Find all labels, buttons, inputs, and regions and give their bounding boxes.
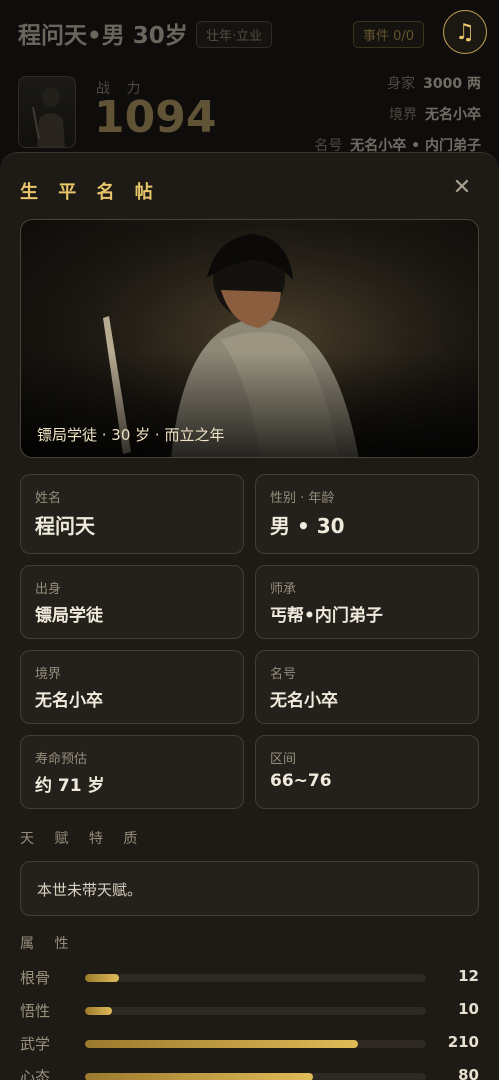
attr-bar-fill [85, 1007, 113, 1015]
card-name: 姓名 程问天 [20, 474, 244, 554]
profile-sheet: 生 平 名 帖 ✕ 镖局学徒 · 30 岁 · 而立之年 姓名 程问天 性别 ·… [0, 152, 499, 1080]
attr-name: 根骨 [20, 969, 51, 987]
card-gender-age: 性别 · 年龄 男 • 30 [255, 474, 479, 554]
power-value: 1094 [94, 92, 217, 143]
card-gender-age-value: 男 • 30 [270, 514, 345, 538]
card-name-label: 姓名 [35, 491, 62, 506]
attributes-section-label: 属 性 [20, 936, 77, 952]
attr-bar-fill [85, 1073, 314, 1080]
card-realm: 境界 无名小卒 [20, 650, 244, 724]
card-name-value: 程问天 [35, 514, 95, 538]
attr-bar-fill [85, 1040, 358, 1048]
character-hero-image: 镖局学徒 · 30 岁 · 而立之年 [20, 219, 479, 458]
attr-row: 武学 210 [20, 1033, 479, 1055]
sheet-title: 生 平 名 帖 [20, 182, 160, 203]
card-range-value: 66~76 [270, 771, 332, 791]
attr-bar [85, 1040, 426, 1048]
attr-row: 根骨 12 [20, 967, 479, 989]
card-master: 师承 丐帮•内门弟子 [255, 565, 479, 639]
background-header: 程问天•男 30岁 壮年·立业 事件 0/0 战 力 1094 身家 3000 两… [0, 0, 499, 160]
realm-value: 无名小卒 [425, 107, 481, 123]
card-range: 区间 66~76 [255, 735, 479, 809]
attr-value: 10 [458, 1000, 479, 1018]
attr-bar [85, 974, 426, 982]
card-origin-value: 镖局学徒 [35, 606, 103, 626]
card-lifespan: 寿命预估 约 71 岁 [20, 735, 244, 809]
card-lifespan-label: 寿命预估 [35, 752, 88, 767]
attr-bar [85, 1073, 426, 1080]
events-counter-button[interactable]: 事件 0/0 [353, 21, 425, 48]
attr-bar-fill [85, 974, 120, 982]
attr-name: 心态 [20, 1068, 51, 1080]
card-realm-label: 境界 [35, 667, 62, 682]
card-lifespan-value: 约 71 岁 [35, 776, 105, 796]
attr-bar [85, 1007, 426, 1015]
attr-value: 12 [458, 967, 479, 985]
card-master-label: 师承 [270, 582, 297, 597]
hero-caption: 镖局学徒 · 30 岁 · 而立之年 [37, 426, 225, 444]
talent-section-label: 天 赋 特 质 [20, 831, 146, 847]
attr-row: 心态 80 [20, 1066, 479, 1080]
life-phase-badge: 壮年·立业 [196, 21, 273, 48]
card-origin-label: 出身 [35, 582, 62, 597]
realm-label: 境界 [389, 107, 417, 123]
card-range-label: 区间 [270, 752, 297, 767]
card-title: 名号 无名小卒 [255, 650, 479, 724]
attr-name: 悟性 [20, 1002, 51, 1020]
card-title-label: 名号 [270, 667, 297, 682]
wealth-row: 身家 3000 两 [387, 73, 481, 93]
card-master-value: 丐帮•内门弟子 [270, 606, 383, 626]
attr-row: 悟性 10 [20, 1000, 479, 1022]
card-title-value: 无名小卒 [270, 691, 338, 711]
character-portrait-thumb [18, 76, 76, 148]
wealth-label: 身家 [387, 76, 416, 92]
attr-value: 80 [458, 1066, 479, 1080]
attr-value: 210 [447, 1033, 479, 1051]
card-origin: 出身 镖局学徒 [20, 565, 244, 639]
character-name-line: 程问天•男 30岁 [18, 23, 188, 49]
wealth-value: 3000 两 [423, 76, 481, 92]
close-icon[interactable]: ✕ [451, 177, 473, 199]
card-realm-value: 无名小卒 [35, 691, 103, 711]
music-note-icon[interactable]: ♫ [443, 10, 487, 54]
talent-box: 本世未带天赋。 [20, 861, 479, 916]
card-gender-age-label: 性别 · 年龄 [270, 491, 335, 506]
attr-name: 武学 [20, 1035, 51, 1053]
realm-row: 境界 无名小卒 [389, 104, 481, 124]
